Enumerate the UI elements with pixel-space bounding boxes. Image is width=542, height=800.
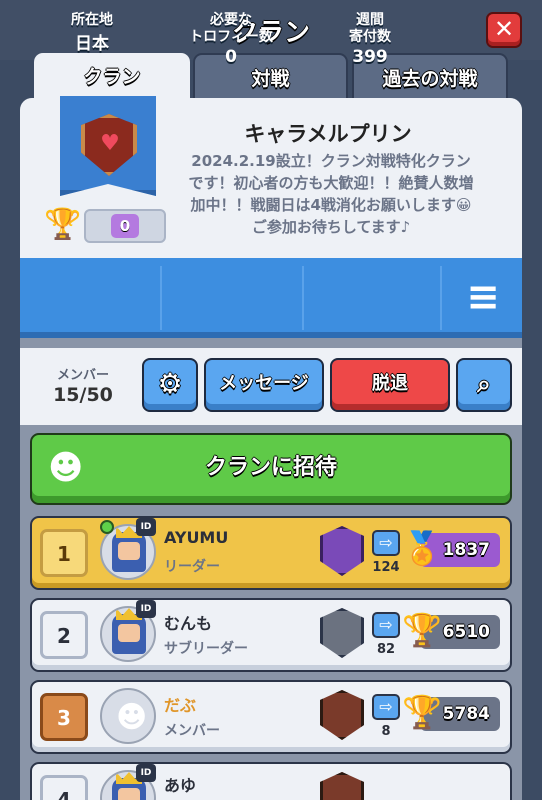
member-role: リーダー (164, 559, 220, 575)
donate-icon: ⇨ (372, 530, 400, 556)
clan-name: キャラメルプリン (244, 122, 412, 146)
stat-required-label-2: トロフィー数 (189, 29, 273, 45)
donate-count: 124 (372, 560, 400, 575)
stat-weekly-value: 399 (352, 47, 388, 67)
stat-weekly-label-2: 寄付数 (349, 29, 391, 45)
heart-icon: ♥ (100, 131, 120, 156)
clan-trophy-icon: 🏆 (44, 207, 82, 242)
clan-description: 2024.2.19設立！クラン対戦特化クランです！初心者の方も大歓迎！！絶賛人数… (188, 152, 474, 236)
stat-divider (440, 266, 442, 330)
donate-icon: ⇨ (372, 612, 400, 638)
donate-count: 8 (381, 724, 391, 739)
stat-required-label-1: 必要な (210, 12, 252, 28)
search-icon: ⌕ (477, 370, 491, 398)
id-tag: ID (136, 764, 156, 782)
id-tag: ID (136, 600, 156, 618)
list-add-button[interactable]: ≡ (458, 275, 508, 319)
member-rank: 1 (40, 529, 88, 577)
leave-button[interactable]: 脱退 (330, 358, 450, 412)
member-name: だぶ (164, 696, 197, 715)
search-button[interactable]: ⌕ (456, 358, 512, 412)
close-button[interactable]: ✕ (486, 12, 522, 48)
stat-location-label: 所在地 (71, 12, 113, 28)
trophy-icon: 🏆 (402, 611, 442, 649)
donate-icon: ⇨ (372, 694, 400, 720)
stat-location: 所在地 日本 (44, 12, 140, 55)
stat-weekly-donations: 週間 寄付数 399 (318, 12, 422, 68)
settings-button[interactable]: ⚙ (142, 358, 198, 412)
member-rank: 2 (40, 611, 88, 659)
online-indicator (100, 520, 114, 534)
stat-required-value: 0 (225, 47, 237, 67)
member-rank: 4 (40, 775, 88, 800)
stat-weekly-label-1: 週間 (356, 12, 384, 28)
message-button[interactable]: メッセージ (204, 358, 324, 412)
trophy-icon: 🏆 (402, 693, 442, 731)
donate-count: 82 (376, 642, 396, 657)
ranked-medal-icon: 🏅 (402, 529, 442, 567)
member-role: サブリーダー (164, 641, 248, 657)
stat-divider (160, 266, 162, 330)
members-label: メンバー (56, 368, 109, 383)
member-name: AYUMU (164, 528, 229, 547)
member-name: むんも (164, 614, 213, 633)
clan-stats-bar (20, 258, 522, 338)
stat-divider (302, 266, 304, 330)
gear-icon: ⚙ (157, 367, 183, 400)
members-count: 15/50 (53, 384, 113, 406)
clan-trophy-count: 0 (111, 214, 139, 238)
invite-label: クランに招待 (204, 455, 337, 480)
close-icon: ✕ (493, 15, 515, 43)
member-rank: 3 (40, 693, 88, 741)
list-add-icon: ≡ (466, 274, 500, 320)
stat-required-trophies: 必要な トロフィー数 0 (176, 12, 286, 68)
stat-location-value: 日本 (75, 34, 109, 54)
member-role: メンバー (164, 723, 220, 739)
avatar: ☻ (100, 688, 156, 744)
tab-clan[interactable]: クラン (34, 53, 190, 101)
member-name: あゆ (164, 776, 197, 795)
id-tag: ID (136, 518, 156, 536)
